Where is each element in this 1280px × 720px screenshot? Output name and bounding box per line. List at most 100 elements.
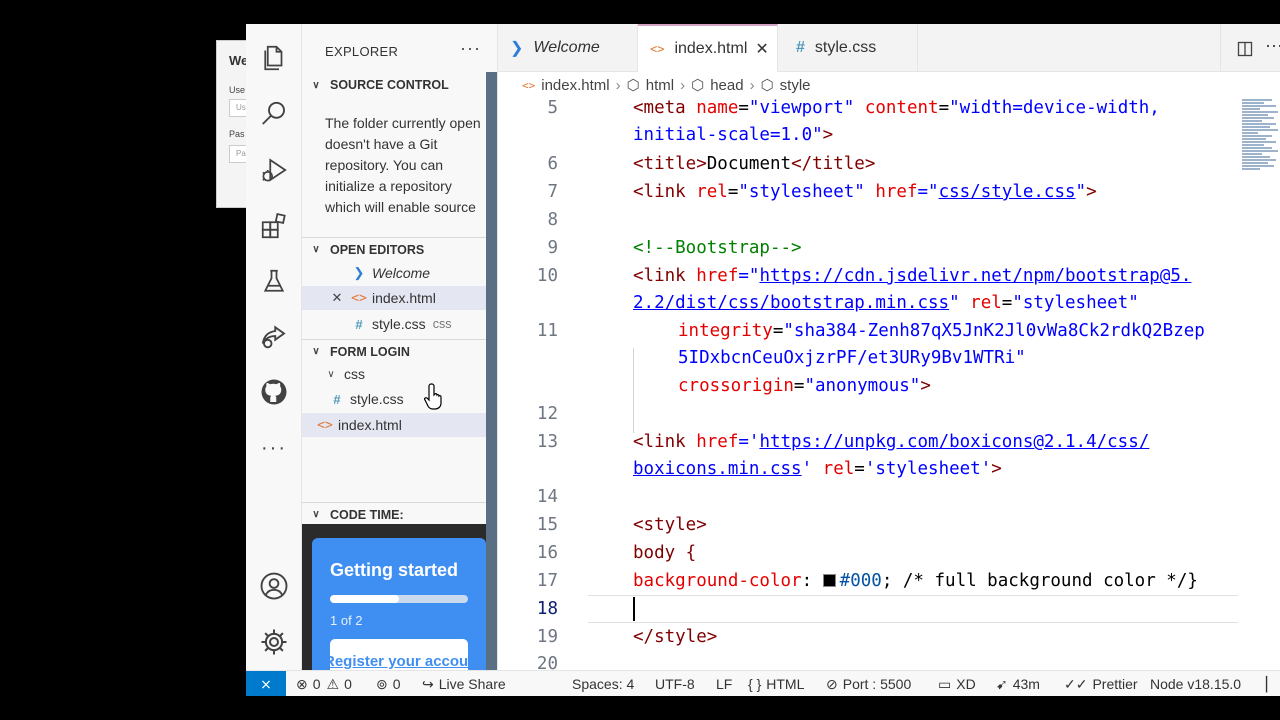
file-style-css[interactable]: # style.css	[302, 387, 486, 411]
close-icon[interactable]: ✕	[328, 290, 346, 306]
xd-status[interactable]: ▭ XD	[938, 671, 976, 696]
element-cube-icon: ⬡	[626, 77, 640, 94]
explorer-more-icon[interactable]: ···	[460, 38, 481, 59]
more-icon[interactable]: ···	[256, 430, 292, 466]
folder-css[interactable]: ∨ css	[302, 362, 486, 386]
stylesheet-link[interactable]: css/style.css	[939, 182, 1076, 202]
editor-more-icon[interactable]: ⋯	[1265, 36, 1280, 57]
breadcrumb-chevron-icon: ›	[749, 76, 755, 94]
getting-started-progress	[330, 595, 468, 603]
remote-indicator-icon[interactable]: ⨯	[246, 671, 286, 696]
ports-count: 0	[392, 676, 401, 692]
open-editor-item-index-html[interactable]: ✕ <> index.html	[302, 286, 486, 310]
double-check-icon: ✓✓	[1064, 675, 1088, 692]
open-editors-section-header[interactable]: ∨ OPEN EDITORS	[302, 237, 486, 261]
bootstrap-link-cont[interactable]: 2.2/dist/css/bootstrap.min.css	[633, 293, 949, 313]
xd-label: XD	[956, 676, 976, 692]
extensions-icon[interactable]	[256, 208, 292, 244]
breadcrumb-chevron-icon: ›	[615, 76, 621, 94]
explorer-title: EXPLORER	[325, 44, 399, 59]
braces-icon: { }	[748, 676, 762, 692]
open-editor-item-welcome[interactable]: ❯ Welcome	[302, 261, 486, 285]
boxicons-link[interactable]: https://unpkg.com/boxicons@2.1.4/css/	[759, 432, 1149, 452]
prettier-status[interactable]: ✓✓ Prettier	[1064, 671, 1138, 696]
chevron-down-icon: ∨	[327, 368, 335, 380]
code-time-section-header[interactable]: ∨ CODE TIME:	[302, 502, 486, 526]
code-line: <link href="https://cdn.jsdelivr.net/npm…	[633, 266, 1192, 286]
notifications-icon[interactable]: ▏	[1266, 671, 1277, 696]
file-label: index.html	[338, 417, 402, 433]
search-icon[interactable]	[256, 96, 292, 132]
line-number: 8	[547, 210, 558, 230]
css-file-icon: #	[796, 39, 805, 56]
css-file-icon: #	[333, 391, 341, 407]
code-time-title: CODE TIME:	[330, 507, 404, 522]
source-control-section-header[interactable]: ∨ SOURCE CONTROL	[302, 73, 486, 97]
tab-index-html[interactable]: <> index.html ✕	[638, 24, 778, 72]
folder-label: css	[344, 366, 365, 382]
explorer-sidebar: EXPLORER ··· ∨ SOURCE CONTROL The folder…	[302, 24, 498, 670]
source-control-title: SOURCE CONTROL	[330, 78, 449, 92]
open-editor-folder-hint: css	[432, 317, 452, 331]
node-version-status[interactable]: Node v18.15.0	[1150, 671, 1241, 696]
line-number: 14	[536, 487, 558, 507]
project-title: FORM LOGIN	[330, 344, 410, 359]
html-file-icon: <>	[351, 290, 367, 306]
code-line: integrity="sha384-Zenh87qX5JnK2Jl0vWa8Ck…	[678, 321, 1205, 341]
breadcrumb-item[interactable]: html	[646, 77, 674, 94]
open-editors-title: OPEN EDITORS	[330, 242, 425, 257]
testing-flask-icon[interactable]	[256, 264, 292, 300]
sidebar-scrollbar[interactable]	[486, 72, 497, 670]
broadcast-icon: ⊚	[376, 675, 388, 692]
status-bar: ⨯ ⊗ 0 ⚠ 0 ⊚ 0 ↪ Live Share Spaces: 4 UTF-8 L…	[246, 670, 1280, 696]
encoding-status[interactable]: UTF-8	[655, 671, 695, 696]
split-editor-icon[interactable]	[1237, 41, 1253, 57]
code-line: <link rel="stylesheet" href="css/style.c…	[633, 182, 1097, 202]
code-editor[interactable]: 5 6 7 8 9 10 11 12 13 14 15 16 17 18 19 …	[498, 98, 1280, 670]
code-line-wrap: boxicons.min.css' rel='stylesheet'>	[633, 459, 1002, 479]
error-icon: ⊗	[296, 675, 308, 692]
run-debug-icon[interactable]	[256, 152, 292, 188]
minimap[interactable]	[1242, 98, 1280, 208]
ports-status[interactable]: ⊚ 0	[376, 671, 401, 696]
file-index-html[interactable]: <> index.html	[302, 413, 486, 437]
line-number: 20	[536, 654, 558, 670]
port-status[interactable]: ⊘ Port : 5500	[826, 671, 911, 696]
settings-gear-icon[interactable]	[256, 624, 292, 660]
language-status[interactable]: { } HTML	[748, 671, 804, 696]
no-entry-icon: ⊘	[826, 675, 838, 692]
code-line-wrap: initial-scale=1.0">	[633, 125, 834, 145]
eol-status[interactable]: LF	[716, 671, 732, 696]
code-line: </style>	[633, 627, 718, 647]
open-editor-item-style-css[interactable]: # style.css css	[302, 312, 486, 336]
close-icon[interactable]: ✕	[755, 39, 768, 59]
boxicons-link-cont[interactable]: boxicons.min.css	[633, 459, 802, 479]
css-file-icon: #	[355, 316, 363, 332]
tab-label: index.html	[674, 40, 748, 57]
code-line: body {	[633, 543, 697, 563]
getting-started-card: Getting started 1 of 2 Register your acc…	[312, 538, 486, 670]
html-file-icon: <>	[522, 78, 536, 92]
github-icon[interactable]	[256, 374, 292, 410]
account-icon[interactable]	[256, 568, 292, 604]
color-swatch[interactable]	[822, 574, 836, 587]
bootstrap-link[interactable]: https://cdn.jsdelivr.net/npm/bootstrap@5…	[759, 266, 1191, 286]
live-share-icon[interactable]	[256, 318, 292, 354]
live-share-status[interactable]: ↪ Live Share	[422, 671, 506, 696]
explorer-icon[interactable]	[256, 40, 292, 76]
element-cube-icon: ⬡	[760, 77, 774, 94]
register-account-button[interactable]: Register your account	[330, 639, 468, 670]
warning-icon: ⚠	[326, 675, 340, 692]
project-section-header[interactable]: ∨ FORM LOGIN	[302, 339, 486, 363]
breadcrumb-item[interactable]: index.html	[541, 77, 609, 94]
problems-status[interactable]: ⊗ 0 ⚠ 0	[296, 671, 352, 696]
code-time-label: 43m	[1012, 676, 1040, 692]
breadcrumb-item[interactable]: style	[780, 77, 811, 94]
code-line-comment: <!--Bootstrap-->	[633, 238, 802, 258]
code-time-status[interactable]: ➹ 43m	[996, 671, 1040, 696]
tab-welcome[interactable]: ❯ Welcome	[498, 24, 638, 72]
breadcrumb-item[interactable]: head	[710, 77, 743, 94]
tab-style-css[interactable]: # style.css	[778, 24, 918, 72]
indentation-status[interactable]: Spaces: 4	[572, 671, 634, 696]
tab-label: Welcome	[533, 39, 600, 56]
